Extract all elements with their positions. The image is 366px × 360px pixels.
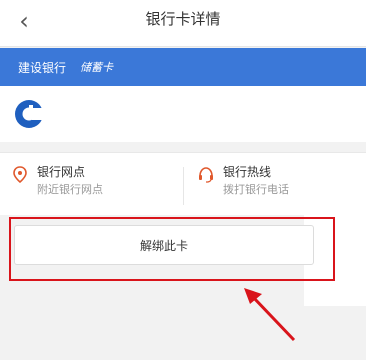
ccb-logo-icon xyxy=(15,100,44,128)
service-hotline-subtitle: 拨打银行电话 xyxy=(223,183,289,196)
service-branch[interactable]: 银行网点 附近银行网点 xyxy=(12,163,103,207)
service-hotline-title: 银行热线 xyxy=(223,165,272,179)
card-type: 储蓄卡 xyxy=(80,61,114,74)
page-title: 银行卡详情 xyxy=(145,10,221,28)
annotation-arrow-icon xyxy=(244,288,296,342)
logo-area xyxy=(0,86,366,142)
headset-icon xyxy=(199,167,213,183)
service-branch-title: 银行网点 xyxy=(37,165,86,179)
annotation-highlight-box xyxy=(9,217,335,281)
map-pin-icon xyxy=(13,166,27,184)
bank-name: 建设银行 xyxy=(18,60,67,75)
bank-info-bar: 建设银行 储蓄卡 xyxy=(0,48,366,86)
services-section: 银行网点 附近银行网点 银行热线 拨打银行电话 xyxy=(0,152,366,215)
header-bar: ‹ 银行卡详情 xyxy=(0,0,366,47)
service-branch-subtitle: 附近银行网点 xyxy=(37,183,103,196)
services-divider xyxy=(183,167,184,205)
service-hotline[interactable]: 银行热线 拨打银行电话 xyxy=(198,163,289,207)
